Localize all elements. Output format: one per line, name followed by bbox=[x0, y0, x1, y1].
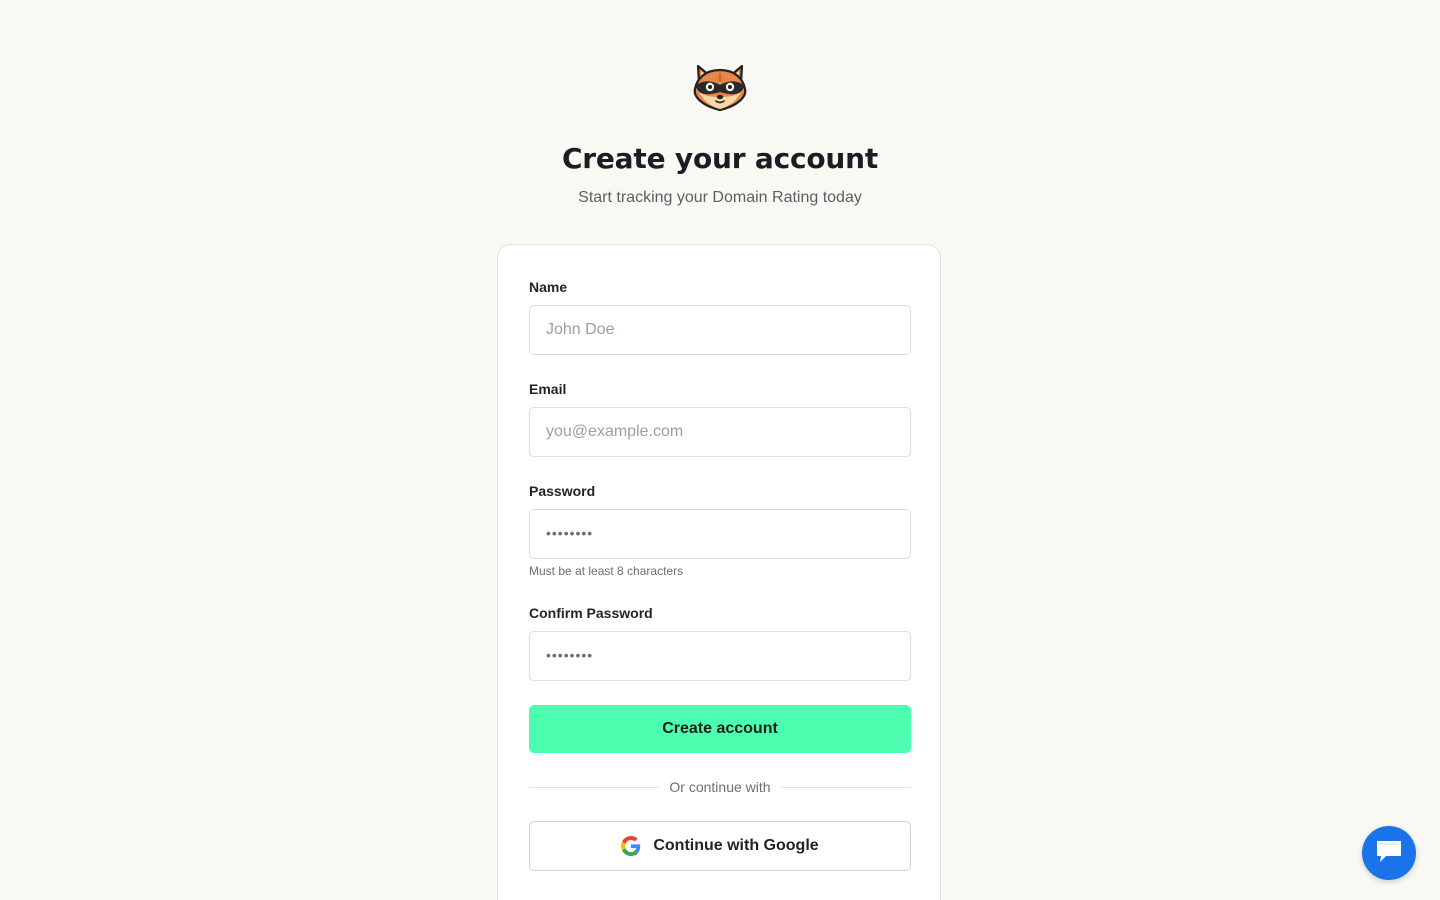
create-account-button[interactable]: Create account bbox=[529, 705, 911, 753]
page-subtitle: Start tracking your Domain Rating today bbox=[578, 189, 862, 206]
chat-bubble-icon bbox=[1374, 837, 1404, 870]
divider-line-right bbox=[781, 787, 911, 788]
email-input[interactable] bbox=[529, 407, 911, 457]
password-label: Password bbox=[529, 483, 596, 499]
name-input[interactable] bbox=[529, 305, 911, 355]
raccoon-logo-icon bbox=[689, 62, 751, 114]
confirm-password-label: Confirm Password bbox=[529, 605, 653, 621]
password-hint: Must be at least 8 characters bbox=[529, 564, 684, 578]
chat-widget-button[interactable] bbox=[1362, 826, 1416, 880]
or-divider: Or continue with bbox=[529, 778, 911, 798]
password-input[interactable] bbox=[529, 509, 911, 559]
signup-page: Create your account Start tracking your … bbox=[0, 0, 1440, 900]
page-title: Create your account bbox=[561, 142, 879, 175]
name-label: Name bbox=[529, 279, 568, 295]
google-icon bbox=[621, 836, 641, 856]
email-label: Email bbox=[529, 381, 567, 397]
google-button-label: Continue with Google bbox=[653, 837, 819, 854]
continue-with-google-button[interactable]: Continue with Google bbox=[529, 821, 911, 871]
confirm-password-input[interactable] bbox=[529, 631, 911, 681]
